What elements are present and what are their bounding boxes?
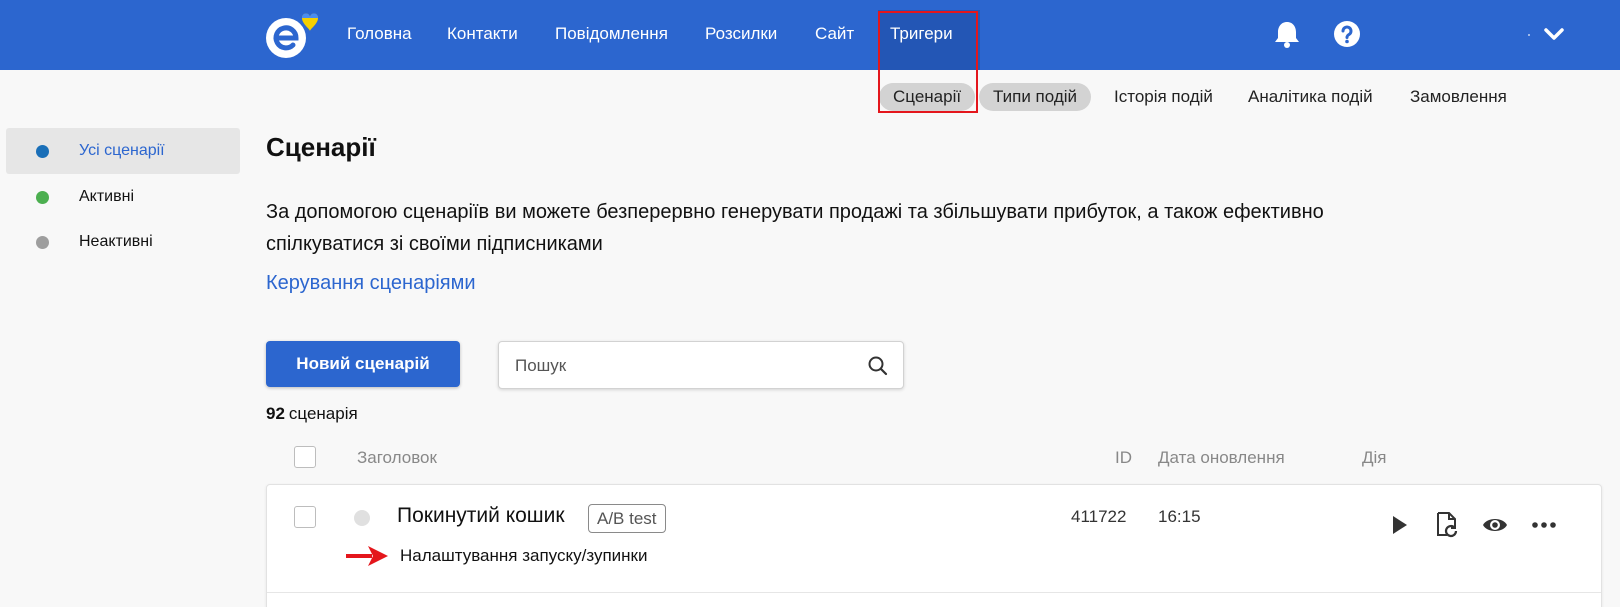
row-checkbox[interactable] xyxy=(294,506,316,528)
nav-item-home[interactable]: Головна xyxy=(347,24,412,44)
row-divider xyxy=(267,592,1601,593)
sidebar-item-all-scenarios[interactable]: Усі сценарії xyxy=(6,128,240,174)
sidebar-item-label: Усі сценарії xyxy=(79,142,165,159)
bell-icon[interactable] xyxy=(1274,20,1300,48)
new-scenario-button[interactable]: Новий сценарій xyxy=(266,341,460,387)
nav-item-messages[interactable]: Повідомлення xyxy=(555,24,668,44)
top-navbar: Головна Контакти Повідомлення Розсилки С… xyxy=(0,0,1620,70)
profile-indicator xyxy=(1528,34,1530,36)
annotation-label: Налаштування запуску/зупинки xyxy=(400,546,648,565)
column-header-title[interactable]: Заголовок xyxy=(357,448,437,468)
nav-item-site[interactable]: Сайт xyxy=(815,24,854,44)
sidebar-item-label: Неактивні xyxy=(79,233,153,250)
nav-item-contacts[interactable]: Контакти xyxy=(447,24,518,44)
help-icon[interactable] xyxy=(1333,20,1361,48)
tab-scenarios[interactable]: Сценарії xyxy=(879,83,976,111)
column-header-date[interactable]: Дата оновлення xyxy=(1158,448,1285,468)
column-header-id[interactable]: ID xyxy=(1115,448,1132,468)
logo-icon[interactable] xyxy=(264,12,320,60)
page-description: За допомогою сценаріїв ви можете безпере… xyxy=(266,201,1324,255)
ab-test-badge: A/B test xyxy=(588,504,666,533)
nav-item-triggers[interactable]: Тригери xyxy=(890,24,953,44)
status-dot-icon xyxy=(36,191,49,204)
eye-icon[interactable] xyxy=(1481,511,1509,539)
restart-icon[interactable] xyxy=(1433,511,1461,539)
scenario-id: 411722 xyxy=(1071,507,1127,526)
column-header-action: Дія xyxy=(1362,448,1387,467)
tab-orders[interactable]: Замовлення xyxy=(1396,83,1521,111)
play-icon[interactable] xyxy=(1385,511,1413,539)
search-field[interactable] xyxy=(498,341,904,389)
select-all-checkbox[interactable] xyxy=(294,446,316,468)
status-dot-icon xyxy=(36,236,49,249)
search-icon[interactable] xyxy=(867,355,889,377)
more-icon[interactable] xyxy=(1530,511,1558,539)
sidebar-item-inactive[interactable]: Неактивні xyxy=(6,219,240,265)
row-status-dot xyxy=(354,510,370,526)
sidebar-item-label: Активні xyxy=(79,188,135,205)
nav-item-mailings[interactable]: Розсилки xyxy=(705,24,777,44)
manage-scenarios-link[interactable]: Керування сценаріями xyxy=(266,272,476,295)
page-title: Сценарії xyxy=(266,132,376,162)
scenario-count: 92 сценарія xyxy=(266,404,358,424)
tab-event-types[interactable]: Типи подій xyxy=(979,83,1092,111)
tab-event-analytics[interactable]: Аналітика подій xyxy=(1234,83,1387,111)
tab-event-history[interactable]: Історія подій xyxy=(1100,83,1227,111)
scenario-updated-date: 16:15 xyxy=(1158,507,1201,526)
status-dot-icon xyxy=(36,145,49,158)
scenario-title[interactable]: Покинутий кошик xyxy=(397,504,565,528)
arrow-right-icon xyxy=(346,546,388,566)
scenario-count-label: сценарія xyxy=(288,404,358,423)
sidebar-item-active[interactable]: Активні xyxy=(6,174,240,220)
chevron-down-icon[interactable] xyxy=(1543,24,1565,44)
scenario-count-number: 92 xyxy=(266,404,285,423)
search-input[interactable] xyxy=(515,354,845,378)
